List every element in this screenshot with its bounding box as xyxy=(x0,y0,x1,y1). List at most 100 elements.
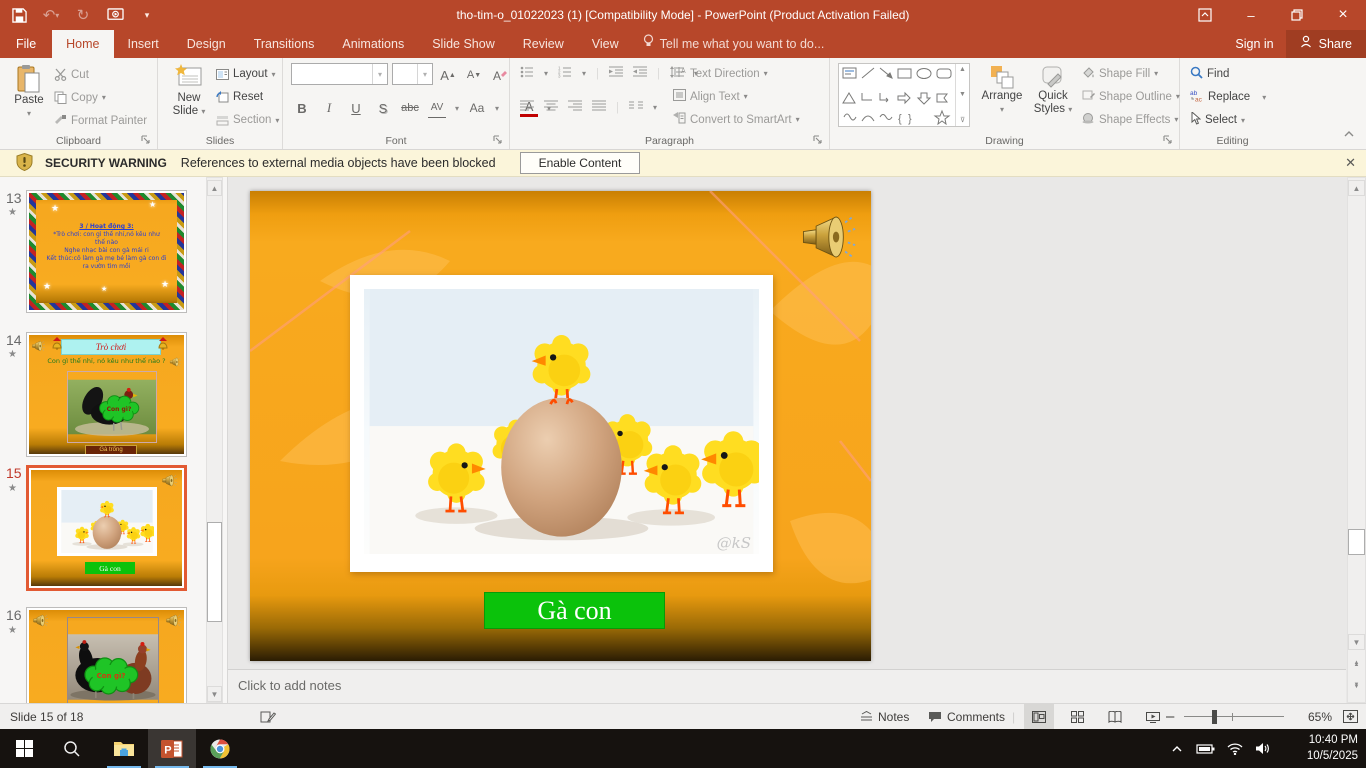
zoom-level[interactable]: 65% xyxy=(1308,704,1332,729)
slide-16-thumbnail[interactable]: Con gì? xyxy=(26,607,187,703)
taskbar-clock[interactable]: 10:40 PM 10/5/2025 xyxy=(1307,732,1358,764)
view-normal-button[interactable] xyxy=(1024,704,1054,729)
close-button[interactable]: × xyxy=(1320,0,1366,30)
shape-outline-button[interactable]: Shape Outline▾ xyxy=(1082,89,1180,104)
clear-formatting-button[interactable]: A xyxy=(491,65,509,85)
shapes-scroll-up-icon[interactable]: ▲ xyxy=(959,66,966,73)
paste-button[interactable]: Paste▾ xyxy=(8,64,50,120)
tab-insert[interactable]: Insert xyxy=(114,30,173,58)
main-scrollbar[interactable]: ▲ ▼ ▲▲ ▼▼ xyxy=(1347,177,1366,703)
slide-14-thumbnail[interactable]: Trò chơi Con gì thế nhỉ, nó kêu như thế … xyxy=(26,332,187,457)
format-painter-button[interactable]: Format Painter xyxy=(54,114,147,127)
tab-design[interactable]: Design xyxy=(173,30,240,58)
thumb-scroll-down-icon[interactable]: ▼ xyxy=(207,686,222,702)
tab-animations[interactable]: Animations xyxy=(328,30,418,58)
change-case-button[interactable]: Aa xyxy=(468,98,486,118)
collapse-ribbon-icon[interactable] xyxy=(1343,130,1355,141)
share-button[interactable]: Share xyxy=(1286,30,1366,58)
justify-icon[interactable] xyxy=(592,100,606,115)
strikethrough-button[interactable]: abc xyxy=(401,98,419,118)
font-size-dropdown-icon[interactable]: ▾ xyxy=(417,64,432,84)
italic-button[interactable]: I xyxy=(320,98,338,118)
align-center-icon[interactable] xyxy=(544,100,558,115)
ribbon-display-options-icon[interactable] xyxy=(1182,0,1228,30)
tab-view[interactable]: View xyxy=(578,30,633,58)
bold-button[interactable]: B xyxy=(293,98,311,118)
taskbar-chrome[interactable] xyxy=(196,729,244,768)
paragraph-dialog-launcher-icon[interactable] xyxy=(813,134,825,146)
font-name-dropdown-icon[interactable]: ▾ xyxy=(372,64,387,84)
start-button[interactable] xyxy=(0,729,48,768)
thumbnail-scrollbar[interactable]: ▲ ▼ xyxy=(206,177,223,703)
view-slide-sorter-button[interactable] xyxy=(1062,704,1092,729)
scroll-down-icon[interactable]: ▼ xyxy=(1348,634,1365,650)
slide-13-thumbnail[interactable]: ★ ★ ★ ★ ★ 3 / Hoạt động 3: *Trò chơi: co… xyxy=(26,190,187,313)
shrink-font-button[interactable]: A▼ xyxy=(465,65,483,85)
align-right-icon[interactable] xyxy=(568,100,582,115)
increase-indent-icon[interactable] xyxy=(633,66,647,81)
enable-content-button[interactable]: Enable Content xyxy=(520,152,641,174)
sign-in-link[interactable]: Sign in xyxy=(1223,30,1285,58)
close-warning-icon[interactable]: ✕ xyxy=(1345,155,1356,171)
audio-speaker-icon[interactable] xyxy=(798,213,856,261)
zoom-slider[interactable] xyxy=(1184,704,1284,729)
tell-me-box[interactable]: Tell me what you want to do... xyxy=(633,30,835,58)
reset-button[interactable]: Reset xyxy=(216,91,263,103)
next-slide-button[interactable]: ▼▼ xyxy=(1348,678,1365,694)
slide-15-thumbnail[interactable]: Gà con xyxy=(26,465,187,591)
restore-button[interactable] xyxy=(1274,0,1320,30)
taskbar-file-explorer[interactable] xyxy=(100,729,148,768)
clipboard-dialog-launcher-icon[interactable] xyxy=(141,134,153,146)
select-button[interactable]: Select▾ xyxy=(1190,112,1245,128)
font-size-combo[interactable]: ▾ xyxy=(392,63,433,85)
thumb-scroll-up-icon[interactable]: ▲ xyxy=(207,180,222,196)
grow-font-button[interactable]: A▲ xyxy=(439,65,457,85)
decrease-indent-icon[interactable] xyxy=(609,66,623,81)
zoom-out-button[interactable]: – xyxy=(1166,704,1174,729)
underline-button[interactable]: U xyxy=(347,98,365,118)
arrange-button[interactable]: Arrange▾ xyxy=(976,64,1028,116)
drawing-dialog-launcher-icon[interactable] xyxy=(1163,134,1175,146)
spell-check-icon[interactable] xyxy=(260,704,276,729)
notes-toggle[interactable]: Notes xyxy=(860,704,909,729)
shapes-gallery[interactable]: { } ▲ ▼ ⊽ xyxy=(838,63,970,127)
new-slide-button[interactable]: New Slide ▾ xyxy=(166,64,212,118)
align-left-icon[interactable] xyxy=(520,100,534,115)
taskbar-search-button[interactable] xyxy=(48,729,96,768)
tab-transitions[interactable]: Transitions xyxy=(240,30,329,58)
copy-button[interactable]: Copy▾ xyxy=(54,91,106,104)
notes-placeholder[interactable]: Click to add notes xyxy=(238,678,341,693)
shapes-scroll-down-icon[interactable]: ▼ xyxy=(959,91,966,98)
main-scrollbar-thumb[interactable] xyxy=(1348,529,1365,555)
shape-effects-button[interactable]: Shape Effects▾ xyxy=(1082,112,1178,127)
tab-slide-show[interactable]: Slide Show xyxy=(418,30,509,58)
text-direction-button[interactable]: A Text Direction▾ xyxy=(673,66,768,81)
font-name-combo[interactable]: ▾ xyxy=(291,63,388,85)
convert-to-smartart-button[interactable]: Convert to SmartArt▾ xyxy=(673,112,800,127)
align-text-button[interactable]: Align Text▾ xyxy=(673,89,748,104)
replace-button[interactable]: abac Replace▾ xyxy=(1190,89,1266,105)
shape-fill-button[interactable]: Shape Fill▾ xyxy=(1082,66,1158,81)
view-slideshow-button[interactable] xyxy=(1138,704,1168,729)
cut-button[interactable]: Cut xyxy=(54,68,89,81)
comments-toggle[interactable]: Comments xyxy=(928,704,1005,729)
fit-to-window-icon[interactable] xyxy=(1343,704,1358,729)
thumb-scrollbar-thumb[interactable] xyxy=(207,522,222,622)
shapes-more-icon[interactable]: ⊽ xyxy=(960,116,965,124)
slide-caption-ga-con[interactable]: Gà con xyxy=(484,592,665,629)
tray-chevron-icon[interactable] xyxy=(1171,745,1183,753)
bullets-icon[interactable] xyxy=(520,66,534,81)
tab-review[interactable]: Review xyxy=(509,30,578,58)
numbering-icon[interactable]: 123 xyxy=(558,66,572,81)
volume-icon[interactable] xyxy=(1255,742,1270,755)
battery-icon[interactable] xyxy=(1195,743,1215,755)
layout-button[interactable]: Layout▾ xyxy=(216,68,276,80)
section-button[interactable]: Section▾ xyxy=(216,114,279,126)
taskbar-powerpoint[interactable]: P xyxy=(148,729,196,768)
wifi-icon[interactable] xyxy=(1227,743,1243,755)
font-dialog-launcher-icon[interactable] xyxy=(493,134,505,146)
tab-file[interactable]: File xyxy=(0,30,52,58)
scroll-up-icon[interactable]: ▲ xyxy=(1348,180,1365,196)
text-shadow-button[interactable]: S xyxy=(374,98,392,118)
slide-canvas[interactable]: @kS Gà con xyxy=(250,191,871,661)
